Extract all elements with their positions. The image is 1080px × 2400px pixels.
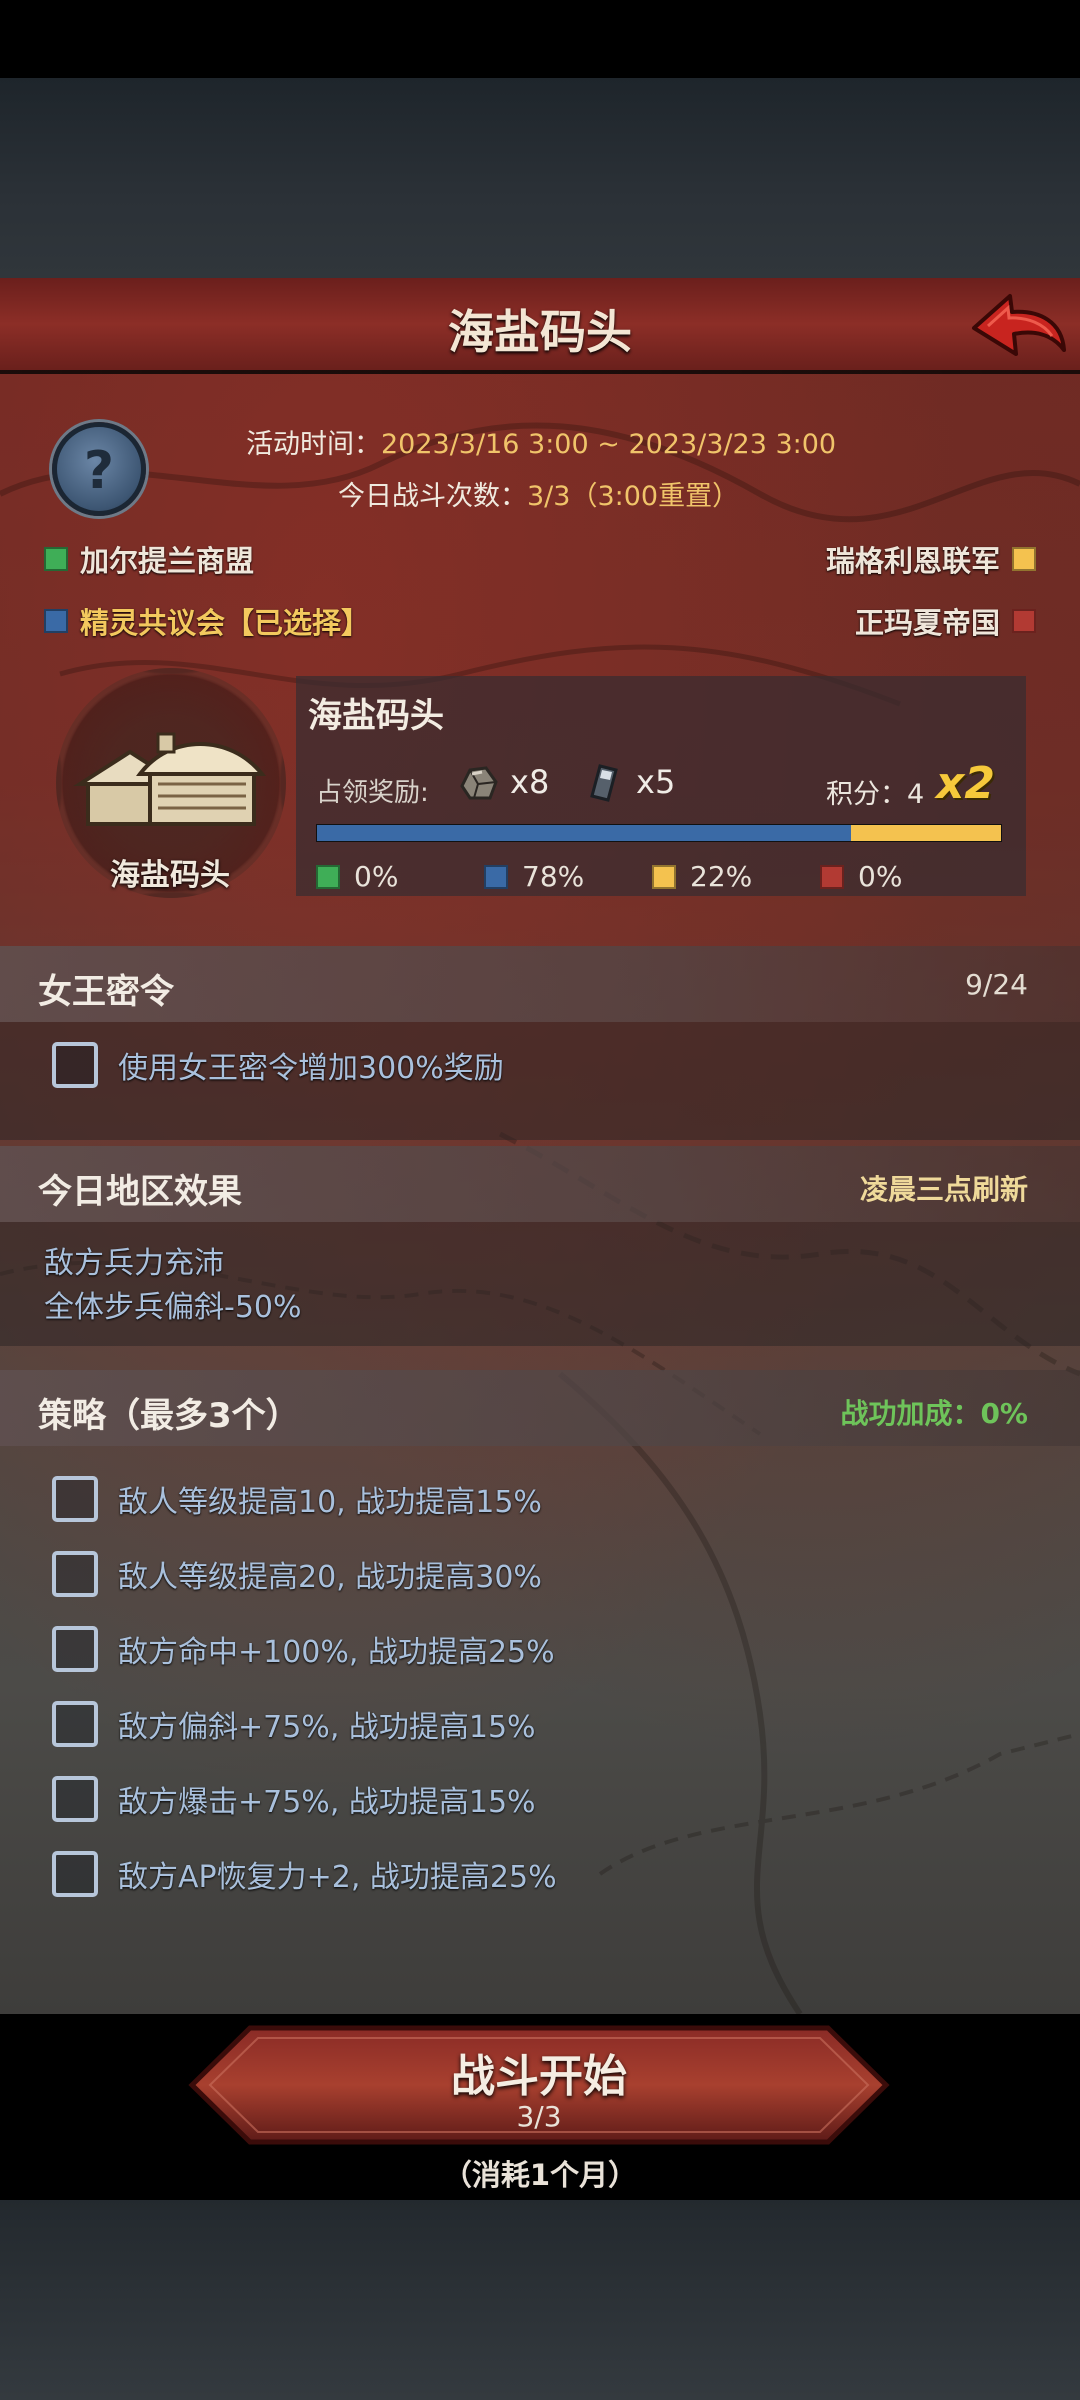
question-icon: ? (83, 441, 115, 501)
checkbox[interactable] (52, 1776, 98, 1822)
strategy-header: 策略（最多3个） 战功加成：0% (0, 1370, 1080, 1446)
region-effects-title: 今日地区效果 (38, 1172, 242, 1212)
score-multiplier: x2 (936, 758, 995, 809)
share-blue: 78% (484, 860, 584, 893)
daily-battle-count: 今日战斗次数：3/3（3:00重置） (338, 481, 740, 512)
strategy-option-2[interactable]: 敌人等级提高20, 战功提高30% (52, 1551, 542, 1597)
node-name: 海盐码头 (110, 858, 230, 893)
start-battle-cost: （消耗1个月） (442, 2158, 638, 2192)
region-effects-body: 敌方兵力充沛 全体步兵偏斜-50% (0, 1222, 1080, 1346)
help-button[interactable]: ? (52, 422, 146, 516)
status-bar-area (0, 0, 1080, 78)
stone-ore-icon (460, 766, 498, 800)
queen-order-title: 女王密令 (38, 972, 174, 1012)
strategy-title: 策略（最多3个） (38, 1396, 300, 1436)
faction-color-swatch (1012, 547, 1036, 571)
strategy-option-5[interactable]: 敌方爆击+75%, 战功提高15% (52, 1776, 536, 1822)
checkbox[interactable] (52, 1551, 98, 1597)
faction-color-swatch (1012, 609, 1036, 633)
faction-1: 加尔提兰商盟 (44, 538, 254, 580)
strategy-option-3[interactable]: 敌方命中+100%, 战功提高25% (52, 1626, 555, 1672)
title-bar: 海盐码头 (0, 278, 1080, 380)
share-segment-2 (317, 825, 851, 841)
node-info-card: 海盐码头 占领奖励: x8 x5 积分：4 x2 0% 78% 22% 0% (296, 676, 1026, 896)
checkbox[interactable] (52, 1476, 98, 1522)
checkbox[interactable] (52, 1042, 98, 1088)
share-red: 0% (820, 860, 902, 893)
faction-4: 正玛夏帝国 (855, 600, 1036, 642)
strategy-option-1[interactable]: 敌人等级提高10, 战功提高15% (52, 1476, 542, 1522)
faction-color-swatch (44, 609, 68, 633)
bottom-backdrop (0, 2200, 1080, 2400)
strategy-option-4[interactable]: 敌方偏斜+75%, 战功提高15% (52, 1701, 536, 1747)
reward-label: 占领奖励: (316, 778, 429, 808)
faction-color-swatch (484, 864, 508, 889)
top-backdrop (0, 78, 1080, 278)
share-yellow: 22% (652, 860, 752, 893)
checkbox[interactable] (52, 1851, 98, 1897)
region-effects-header: 今日地区效果 凌晨三点刷新 (0, 1146, 1080, 1222)
iron-ingot-icon (590, 764, 618, 802)
faction-2: 瑞格利恩联军 (826, 538, 1036, 580)
strategy-option-6[interactable]: 敌方AP恢复力+2, 战功提高25% (52, 1851, 557, 1897)
dock-building-icon (73, 732, 267, 826)
queen-order-count: 9/24 (965, 968, 1028, 1001)
region-effect-1: 敌方兵力充沛 (44, 1246, 224, 1281)
back-arrow-icon[interactable] (968, 288, 1068, 364)
reward-stone: x8 (456, 760, 549, 804)
page-title: 海盐码头 (448, 305, 632, 359)
queen-order-body: 使用女王密令增加300%奖励 (0, 1022, 1080, 1140)
control-share-bar (316, 824, 1002, 842)
region-refresh-note: 凌晨三点刷新 (859, 1173, 1028, 1206)
share-segment-3 (850, 825, 1001, 841)
map-panel: ? 活动时间：2023/3/16 3:00 ~ 2023/3/23 3:00 今… (0, 374, 1080, 2014)
battle-merit-bonus: 战功加成：0% (840, 1397, 1028, 1430)
checkbox[interactable] (52, 1701, 98, 1747)
share-green: 0% (316, 860, 398, 893)
queen-order-header: 女王密令 9/24 (0, 946, 1080, 1022)
queen-order-option[interactable]: 使用女王密令增加300%奖励 (52, 1042, 504, 1088)
region-effect-2: 全体步兵偏斜-50% (44, 1290, 302, 1325)
faction-3-selected: 精灵共议会【已选择】 (44, 600, 370, 642)
checkbox[interactable] (52, 1626, 98, 1672)
faction-color-swatch (316, 864, 340, 889)
score-label: 积分：4 (826, 779, 925, 810)
reward-iron: x5 (582, 760, 675, 804)
event-time: 活动时间：2023/3/16 3:00 ~ 2023/3/23 3:00 (246, 429, 837, 460)
faction-color-swatch (44, 547, 68, 571)
faction-color-swatch (820, 864, 844, 889)
faction-color-swatch (652, 864, 676, 889)
start-battle-button[interactable] (188, 2024, 890, 2146)
node-card-title: 海盐码头 (308, 696, 444, 736)
